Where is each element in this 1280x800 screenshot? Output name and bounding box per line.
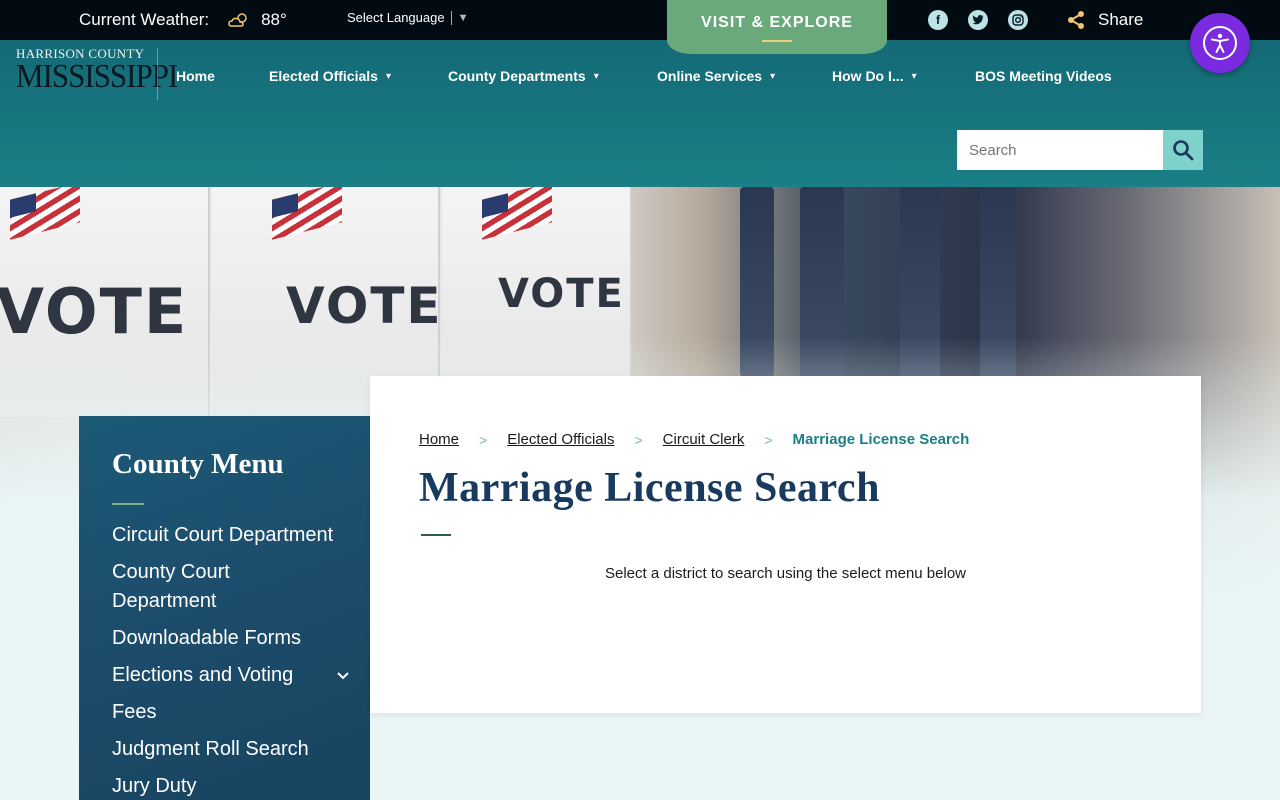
sidebar-item-label: Judgment Roll Search — [112, 738, 309, 760]
share-label: Share — [1098, 10, 1144, 29]
sidebar-item-elections-voting[interactable]: Elections and Voting — [112, 661, 370, 690]
chevron-down-icon: ▾ — [911, 70, 917, 82]
nav-item-online-services[interactable]: Online Services ▾ — [657, 68, 775, 84]
search-button[interactable] — [1163, 130, 1203, 170]
facebook-icon[interactable]: f — [928, 10, 948, 30]
twitter-icon[interactable] — [968, 10, 988, 30]
breadcrumb-current: Marriage License Search — [792, 431, 970, 448]
sidebar-item-label: Downloadable Forms — [112, 627, 301, 649]
chevron-down-icon[interactable] — [336, 671, 350, 681]
search-icon — [1173, 140, 1194, 161]
booth-vote-text: VOTE — [286, 277, 443, 335]
sidebar-item-downloadable-forms[interactable]: Downloadable Forms — [112, 624, 370, 653]
accessibility-icon — [1203, 26, 1237, 60]
county-logo[interactable]: HARRISON COUNTY MISSISSIPPI — [16, 46, 178, 106]
partly-cloudy-icon — [228, 13, 247, 27]
booth-vote-text: VOTE — [498, 271, 625, 317]
chevron-down-icon: ▾ — [593, 70, 599, 82]
share-button[interactable]: Share — [1066, 10, 1143, 30]
language-label: Select Language — [347, 10, 445, 25]
chevron-down-icon: ▾ — [385, 70, 391, 82]
menu-title-underline — [112, 503, 144, 505]
nav-item-county-departments[interactable]: County Departments ▾ — [448, 68, 599, 84]
share-icon — [1068, 11, 1084, 29]
chevron-down-icon: ▾ — [770, 70, 776, 82]
breadcrumb-elected-officials[interactable]: Elected Officials — [507, 431, 614, 448]
nav-item-label: Home — [176, 68, 215, 84]
title-underline — [421, 534, 451, 536]
instagram-icon[interactable] — [1008, 10, 1028, 30]
accessibility-button[interactable] — [1190, 13, 1250, 73]
breadcrumb-circuit-clerk[interactable]: Circuit Clerk — [663, 431, 745, 448]
nav-item-label: How Do I... — [832, 68, 904, 84]
nav-item-elected-officials[interactable]: Elected Officials ▾ — [269, 68, 391, 84]
sidebar-item-label: Jury Duty — [112, 775, 197, 797]
page-title: Marriage License Search — [419, 465, 880, 511]
nav-item-label: County Departments — [448, 68, 586, 84]
nav-item-bos-meeting-videos[interactable]: BOS Meeting Videos — [975, 68, 1112, 84]
content-card: Home > Elected Officials > Circuit Clerk… — [370, 376, 1201, 713]
language-selector[interactable]: Select Language ▼ — [347, 10, 468, 25]
breadcrumb: Home > Elected Officials > Circuit Clerk… — [419, 431, 969, 448]
nav-item-home[interactable]: Home — [176, 68, 215, 84]
logo-divider — [157, 48, 158, 100]
sidebar-item-judgment-roll[interactable]: Judgment Roll Search — [112, 735, 370, 764]
sidebar-item-label: Fees — [112, 701, 157, 723]
breadcrumb-home[interactable]: Home — [419, 431, 459, 448]
breadcrumb-separator: > — [764, 431, 773, 448]
county-menu: County Menu Circuit Court Department Cou… — [79, 416, 370, 800]
logo-state-text: MISSISSIPPI — [16, 56, 178, 95]
breadcrumb-separator: > — [634, 431, 643, 448]
sidebar-item-label: County Court Department — [112, 561, 230, 612]
visit-explore-label: VISIT & EXPLORE — [701, 14, 853, 31]
weather-widget: Current Weather: 88° — [79, 10, 287, 30]
sidebar-item-jury-duty[interactable]: Jury Duty — [112, 772, 370, 800]
caret-down-icon: ▼ — [457, 11, 469, 24]
visit-explore-button[interactable]: VISIT & EXPLORE — [667, 0, 887, 54]
sidebar-item-county-court[interactable]: County Court Department — [112, 558, 312, 616]
site-header: HARRISON COUNTY MISSISSIPPI Home Elected… — [0, 40, 1280, 187]
county-menu-title: County Menu — [112, 448, 284, 480]
visit-underline — [762, 40, 792, 42]
sidebar-item-circuit-court[interactable]: Circuit Court Department — [112, 521, 370, 550]
nav-item-label: BOS Meeting Videos — [975, 68, 1112, 84]
nav-item-how-do-i[interactable]: How Do I... ▾ — [832, 68, 917, 84]
weather-temperature: 88° — [261, 10, 287, 29]
weather-label: Current Weather: — [79, 10, 210, 29]
search-input[interactable] — [957, 130, 1163, 170]
social-links: f — [928, 10, 1028, 30]
language-divider — [450, 10, 452, 25]
sidebar-item-label: Circuit Court Department — [112, 524, 334, 546]
nav-item-label: Online Services — [657, 68, 763, 84]
page-description: Select a district to search using the se… — [604, 565, 967, 582]
sidebar-item-label: Elections and Voting — [112, 664, 294, 686]
top-bar: Current Weather: 88° Select Language ▼ V… — [0, 0, 1280, 54]
nav-item-label: Elected Officials — [269, 68, 378, 84]
sidebar-item-fees[interactable]: Fees — [112, 698, 370, 727]
breadcrumb-separator: > — [479, 431, 488, 448]
